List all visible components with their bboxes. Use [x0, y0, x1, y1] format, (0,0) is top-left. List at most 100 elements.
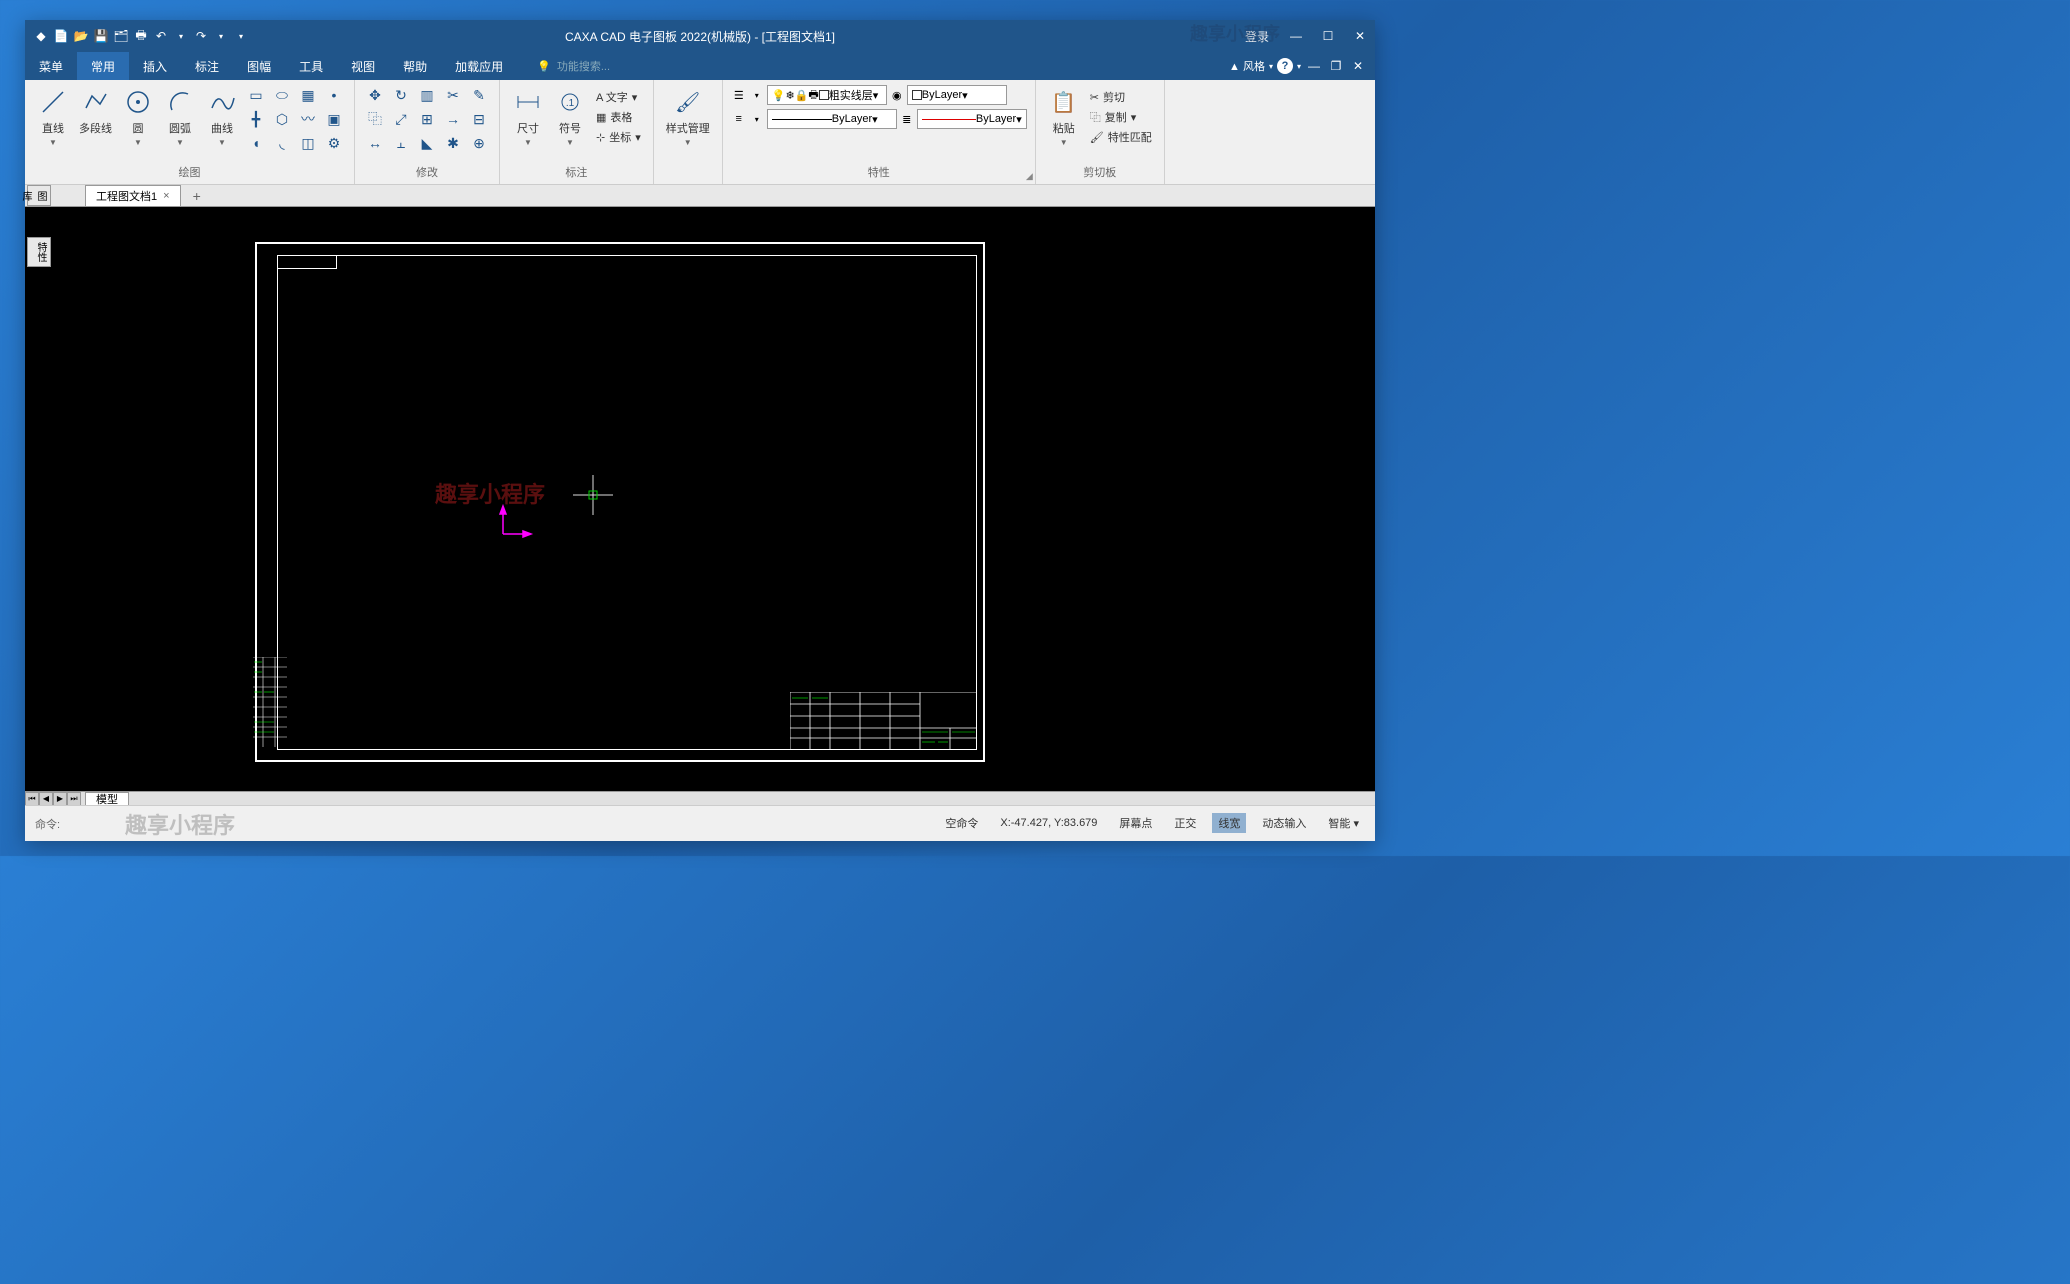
- qat-more-icon[interactable]: ▾: [233, 28, 249, 44]
- screen-point-toggle[interactable]: 屏幕点: [1113, 813, 1158, 833]
- function-search[interactable]: 💡 功能搜索...: [537, 58, 610, 74]
- polygon-icon[interactable]: ⬡: [270, 108, 294, 130]
- doc-restore-button[interactable]: ❐: [1327, 57, 1345, 75]
- linetype-combo[interactable]: ByLayer ▾: [767, 109, 897, 129]
- linetype-drop-icon[interactable]: ▾: [749, 111, 765, 127]
- line-button[interactable]: 直线 ▼: [33, 84, 73, 149]
- arc-button[interactable]: 圆弧 ▼: [160, 84, 200, 149]
- save-icon[interactable]: 💾: [93, 28, 109, 44]
- document-tab[interactable]: 工程图文档1 ×: [85, 185, 181, 206]
- erase-icon[interactable]: ✎: [467, 84, 491, 106]
- rotate-icon[interactable]: ↻: [389, 84, 413, 106]
- print-icon[interactable]: 🖶: [133, 28, 149, 44]
- menu-help[interactable]: 帮助: [389, 52, 441, 80]
- rect-icon[interactable]: ▭: [244, 84, 268, 106]
- scroll-prev-icon[interactable]: ◀: [39, 792, 53, 806]
- scroll-last-icon[interactable]: ⏭: [67, 792, 81, 806]
- fillet-icon[interactable]: ◟: [270, 132, 294, 154]
- scale-icon[interactable]: ⤢: [389, 108, 413, 130]
- style-drop-icon[interactable]: ▾: [1269, 62, 1273, 71]
- copy-button[interactable]: ⿻复制 ▾: [1086, 108, 1156, 126]
- ortho-toggle[interactable]: 正交: [1168, 813, 1202, 833]
- menu-view[interactable]: 视图: [337, 52, 389, 80]
- extend-icon[interactable]: →: [441, 108, 465, 130]
- new-tab-button[interactable]: +: [185, 186, 209, 206]
- maximize-button[interactable]: ☐: [1313, 20, 1343, 52]
- properties-launcher-icon[interactable]: ◢: [1026, 171, 1033, 182]
- minimize-button[interactable]: —: [1281, 20, 1311, 52]
- login-button[interactable]: 登录: [1235, 20, 1279, 52]
- gear-icon[interactable]: ⚙: [322, 132, 346, 154]
- polyline-button[interactable]: 多段线: [75, 84, 116, 138]
- circle-button[interactable]: 圆 ▼: [118, 84, 158, 149]
- properties-panel-toggle[interactable]: 特性: [27, 237, 51, 267]
- wave-icon[interactable]: 〰: [296, 108, 320, 130]
- hatch-icon[interactable]: ▦: [296, 84, 320, 106]
- saveall-icon[interactable]: 🗂: [113, 28, 129, 44]
- menu-addons[interactable]: 加载应用: [441, 52, 517, 80]
- spline-button[interactable]: 曲线 ▼: [202, 84, 242, 149]
- stretch-icon[interactable]: ↔: [363, 132, 387, 154]
- centerline-icon[interactable]: ╋: [244, 108, 268, 130]
- dynamic-input-toggle[interactable]: 动态输入: [1256, 813, 1312, 833]
- menu-tools[interactable]: 工具: [285, 52, 337, 80]
- linetype-icon[interactable]: ≡: [731, 111, 747, 127]
- break-icon[interactable]: ⊟: [467, 108, 491, 130]
- help-drop-icon[interactable]: ▾: [1297, 62, 1301, 71]
- array-icon[interactable]: ⊞: [415, 108, 439, 130]
- block-icon[interactable]: ▣: [322, 108, 346, 130]
- region-icon[interactable]: ◫: [296, 132, 320, 154]
- table-button[interactable]: ▦ 表格: [592, 108, 645, 126]
- doc-close-button[interactable]: ✕: [1349, 57, 1367, 75]
- text-button[interactable]: A 文字 ▾: [592, 88, 645, 106]
- coord-button[interactable]: ⊹ 坐标 ▾: [592, 128, 645, 146]
- layer-combo[interactable]: 💡 ❄ 🔒 🖶 粗实线层 ▾: [767, 85, 887, 105]
- paste-button[interactable]: 📋 粘贴 ▼: [1044, 84, 1084, 149]
- dimension-button[interactable]: 尺寸 ▼: [508, 84, 548, 149]
- undo-drop-icon[interactable]: ▾: [173, 28, 189, 44]
- lineweight-icon[interactable]: ≣: [899, 111, 915, 127]
- undo-icon[interactable]: ↶: [153, 28, 169, 44]
- lineweight-toggle[interactable]: 线宽: [1212, 813, 1246, 833]
- symbol-button[interactable]: .1 符号 ▼: [550, 84, 590, 149]
- layer-drop-icon[interactable]: ▾: [749, 87, 765, 103]
- menu-frame[interactable]: 图幅: [233, 52, 285, 80]
- lineweight-combo[interactable]: ByLayer ▾: [917, 109, 1027, 129]
- drawing-canvas[interactable]: 特性: [25, 207, 1375, 791]
- layer-tool-icon[interactable]: ◉: [889, 87, 905, 103]
- move-icon[interactable]: ✥: [363, 84, 387, 106]
- slot-icon[interactable]: ◖: [244, 132, 268, 154]
- layer-manager-icon[interactable]: ☰: [731, 87, 747, 103]
- tab-close-icon[interactable]: ×: [163, 190, 169, 202]
- style-button[interactable]: ▲ 风格: [1229, 58, 1265, 74]
- menu-insert[interactable]: 插入: [129, 52, 181, 80]
- menu-annotate[interactable]: 标注: [181, 52, 233, 80]
- copy-icon[interactable]: ⿻: [363, 108, 387, 130]
- model-tab[interactable]: 模型: [85, 792, 129, 806]
- match-button[interactable]: 🖌特性匹配: [1086, 128, 1156, 146]
- app-icon[interactable]: ◆: [33, 28, 49, 44]
- close-button[interactable]: ✕: [1345, 20, 1375, 52]
- chamfer-icon[interactable]: ◣: [415, 132, 439, 154]
- mirror-icon[interactable]: ▥: [415, 84, 439, 106]
- snap-toggle[interactable]: 智能 ▾: [1322, 813, 1365, 833]
- explode-icon[interactable]: ✱: [441, 132, 465, 154]
- help-icon[interactable]: ?: [1277, 58, 1293, 74]
- ellipse-icon[interactable]: ⬭: [270, 84, 294, 106]
- open-icon[interactable]: 📂: [73, 28, 89, 44]
- color-combo[interactable]: ByLayer ▾: [907, 85, 1007, 105]
- redo-drop-icon[interactable]: ▾: [213, 28, 229, 44]
- scroll-first-icon[interactable]: ⏮: [25, 792, 39, 806]
- menu-common[interactable]: 常用: [77, 52, 129, 80]
- command-bar[interactable]: 命令: 趣享小程序 空命令 X:-47.427, Y:83.679 屏幕点 正交…: [25, 805, 1375, 841]
- scroll-next-icon[interactable]: ▶: [53, 792, 67, 806]
- redo-icon[interactable]: ↷: [193, 28, 209, 44]
- new-icon[interactable]: 📄: [53, 28, 69, 44]
- doc-minimize-button[interactable]: —: [1305, 57, 1323, 75]
- join-icon[interactable]: ⊕: [467, 132, 491, 154]
- offset-icon[interactable]: ⫠: [389, 132, 413, 154]
- style-manager-button[interactable]: 🖌 样式管理 ▼: [662, 84, 714, 149]
- point-icon[interactable]: •: [322, 84, 346, 106]
- library-panel-toggle[interactable]: 图库: [27, 185, 51, 206]
- menu-file[interactable]: 菜单: [25, 52, 77, 80]
